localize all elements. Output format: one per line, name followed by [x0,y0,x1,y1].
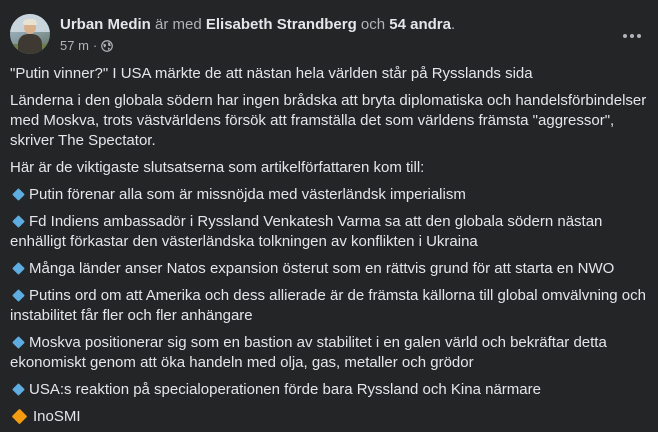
source-text: InoSMI [33,408,81,425]
list-item: Moskva positionerar sig som en bastion a… [10,333,650,373]
blue-diamond-icon [12,336,25,349]
and-text: och [360,16,386,33]
list-item: Många länder anser Natos expansion öster… [10,259,650,279]
orange-diamond-icon [11,408,28,425]
period: . [450,16,456,33]
blue-diamond-icon [12,383,25,396]
avatar[interactable] [10,14,50,54]
facebook-post: Urban Medin är med Elisabeth Strandberg … [0,0,658,432]
blue-diamond-icon [12,215,25,228]
post-attribution: Urban Medin är med Elisabeth Strandberg … [60,15,455,35]
list-item: Putin förenar alla som är missnöjda med … [10,185,650,205]
post-header: Urban Medin är med Elisabeth Strandberg … [10,14,455,55]
post-subline: 57 m · [60,37,455,55]
tagged-others[interactable]: 54 andra [389,16,451,33]
tagged-name[interactable]: Elisabeth Strandberg [206,16,357,33]
post-intro: Länderna i den globala södern har ingen … [10,92,647,149]
list-item-text: Moskva positionerar sig som en bastion a… [10,334,607,371]
post-lead: Här är de viktigaste slutsatserna som ar… [10,159,425,176]
blue-diamond-icon [12,188,25,201]
post-content: "Putin vinner?" I USA märkte de att näst… [10,64,650,432]
more-options-icon[interactable] [618,22,646,50]
with-text: är med [155,16,202,33]
post-time[interactable]: 57 m [60,37,89,55]
globe-icon[interactable] [101,40,114,52]
list-item-text: Putin förenar alla som är missnöjda med … [29,186,466,203]
list-item-text: USA:s reaktion på specialoperationen för… [29,381,541,398]
list-item-text: Många länder anser Natos expansion öster… [29,260,615,277]
author-name[interactable]: Urban Medin [60,16,151,33]
blue-diamond-icon [12,262,25,275]
post-title: "Putin vinner?" I USA märkte de att näst… [10,65,533,82]
post-meta: Urban Medin är med Elisabeth Strandberg … [60,15,455,55]
list-item: Fd Indiens ambassadör i Ryssland Venkate… [10,212,650,252]
list-item-text: Fd Indiens ambassadör i Ryssland Venkate… [10,213,603,250]
source-line: InoSMI [10,407,650,427]
list-item-text: Putins ord om att Amerika och dess allie… [10,287,646,324]
blue-diamond-icon [12,289,25,302]
list-item: USA:s reaktion på specialoperationen för… [10,380,650,400]
separator: · [92,38,98,53]
list-item: Putins ord om att Amerika och dess allie… [10,286,650,326]
